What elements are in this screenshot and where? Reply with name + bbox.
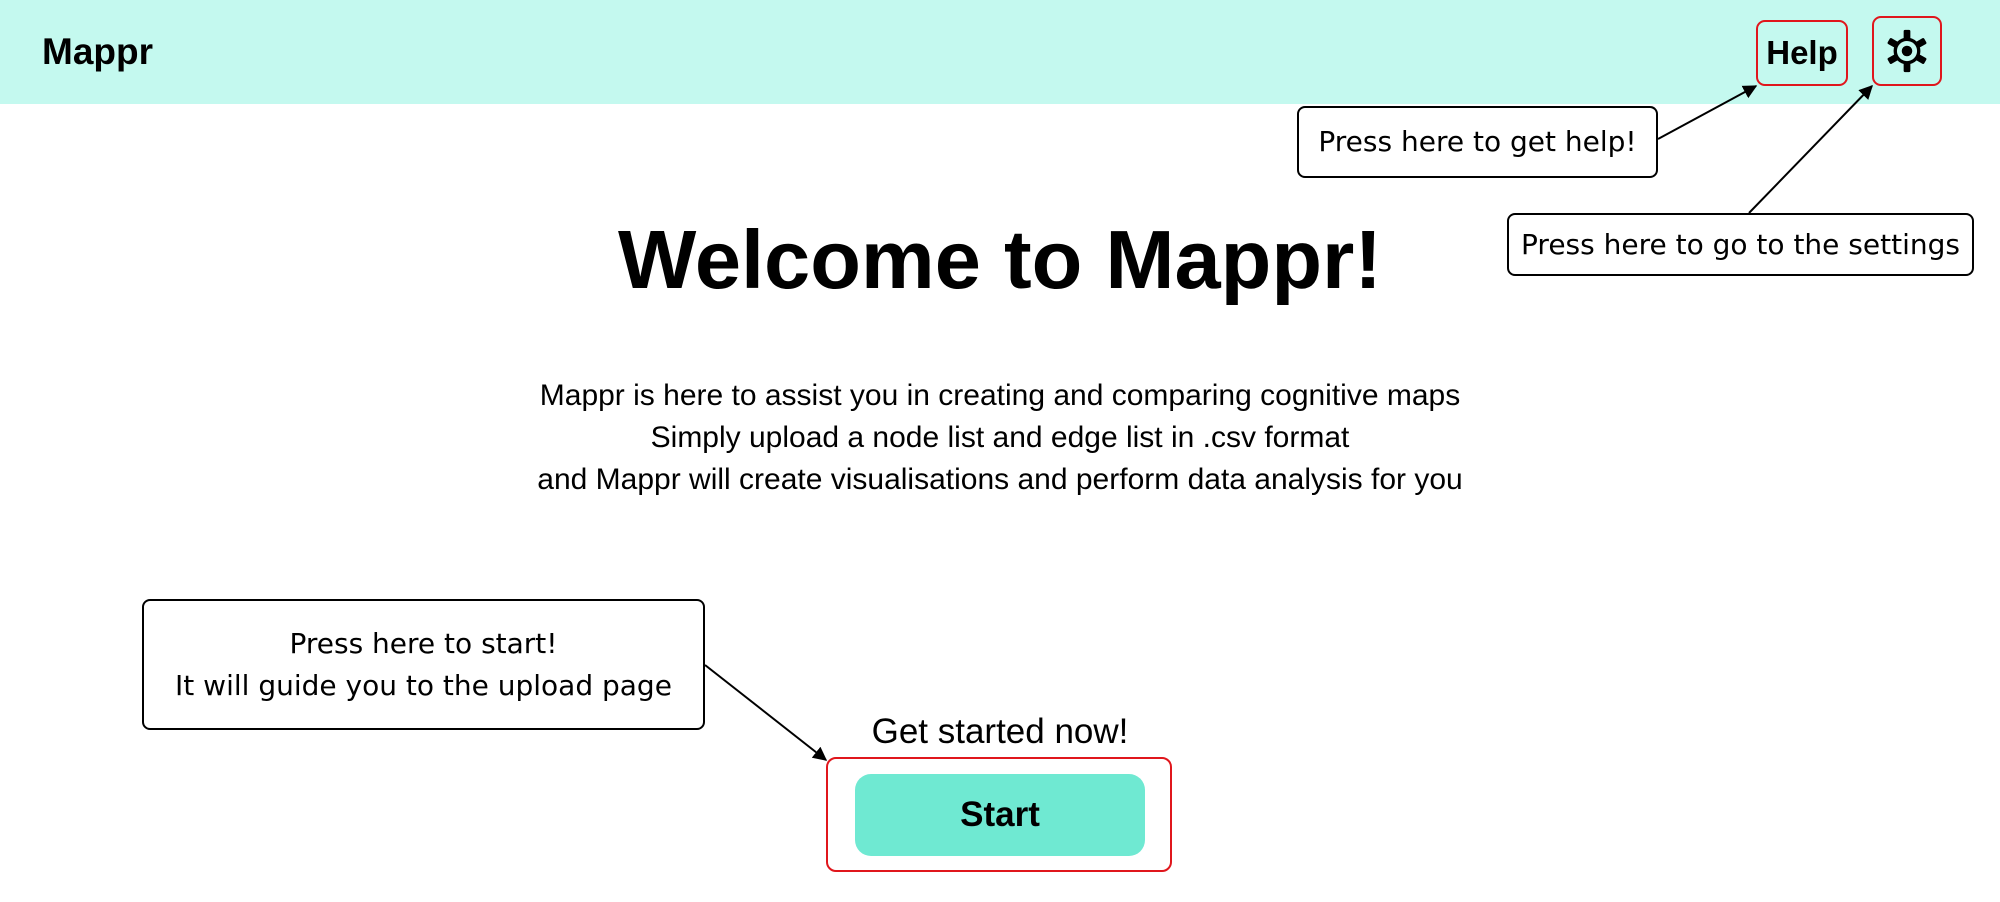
settings-button[interactable] [1874, 18, 1940, 84]
intro-line: Simply upload a node list and edge list … [650, 421, 1350, 454]
help-callout: Press here to get help! [1297, 106, 1658, 178]
gear-icon [1887, 29, 1927, 73]
settings-arrow [1748, 84, 1873, 214]
page: Mappr Help Press here to get help! Press… [0, 0, 2000, 902]
welcome-title: Welcome to Mappr! [618, 213, 1382, 306]
intro-line: Mappr is here to assist you in creating … [539, 379, 1461, 412]
intro-line: and Mappr will create visualisations and… [537, 463, 1463, 496]
start-callout-line: Press here to start! [289, 626, 558, 660]
top-bar: Mappr [0, 0, 2000, 104]
intro-text: Mappr is here to assist you in creating … [0, 375, 2000, 501]
help-button[interactable]: Help [1758, 22, 1846, 84]
app-title: Mappr [42, 31, 153, 72]
help-callout-text: Press here to get help! [1318, 125, 1637, 158]
get-started-text: Get started now! [871, 712, 1129, 751]
start-callout-line: It will guide you to the upload page [175, 668, 672, 702]
start-button[interactable]: Start [855, 774, 1145, 856]
